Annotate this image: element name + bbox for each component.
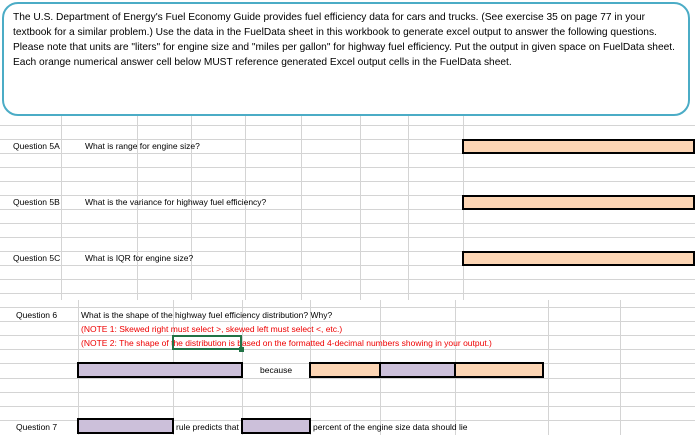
answer-5c-cell[interactable] — [462, 251, 695, 266]
percent-text: percent of the engine size data should l… — [313, 422, 468, 432]
question-6-note-1: (NOTE 1: Skewed right must select >, ske… — [81, 324, 343, 334]
shape-answer-cell[interactable] — [77, 362, 243, 378]
question-6-text: What is the shape of the highway fuel ef… — [81, 310, 333, 320]
question-6-label: Question 6 — [16, 310, 58, 320]
question-5a-label: Question 5A — [13, 141, 60, 151]
percent-answer-cell[interactable] — [241, 418, 311, 434]
question-5b-label: Question 5B — [13, 197, 60, 207]
question-5a-text: What is range for engine size? — [85, 141, 200, 151]
reason-operator-cell[interactable] — [379, 362, 456, 378]
fill-handle[interactable] — [239, 347, 244, 352]
rule-predicts-text: rule predicts that — [176, 422, 239, 432]
question-6-note-2: (NOTE 2: The shape of the distribution i… — [81, 338, 492, 348]
rule-answer-cell[interactable] — [77, 418, 174, 434]
instructions-textbox: The U.S. Department of Energy's Fuel Eco… — [2, 2, 690, 116]
question-7-label: Question 7 — [16, 422, 58, 432]
question-5b-text: What is the variance for highway fuel ef… — [85, 197, 267, 207]
answer-5b-cell[interactable] — [462, 195, 695, 210]
reason-value-2-cell[interactable] — [454, 362, 544, 378]
because-label: because — [260, 365, 293, 375]
selected-cell[interactable] — [172, 335, 244, 352]
question-5c-label: Question 5C — [13, 253, 61, 263]
answer-5a-cell[interactable] — [462, 139, 695, 154]
reason-value-1-cell[interactable] — [309, 362, 381, 378]
question-5c-text: What is IQR for engine size? — [85, 253, 194, 263]
